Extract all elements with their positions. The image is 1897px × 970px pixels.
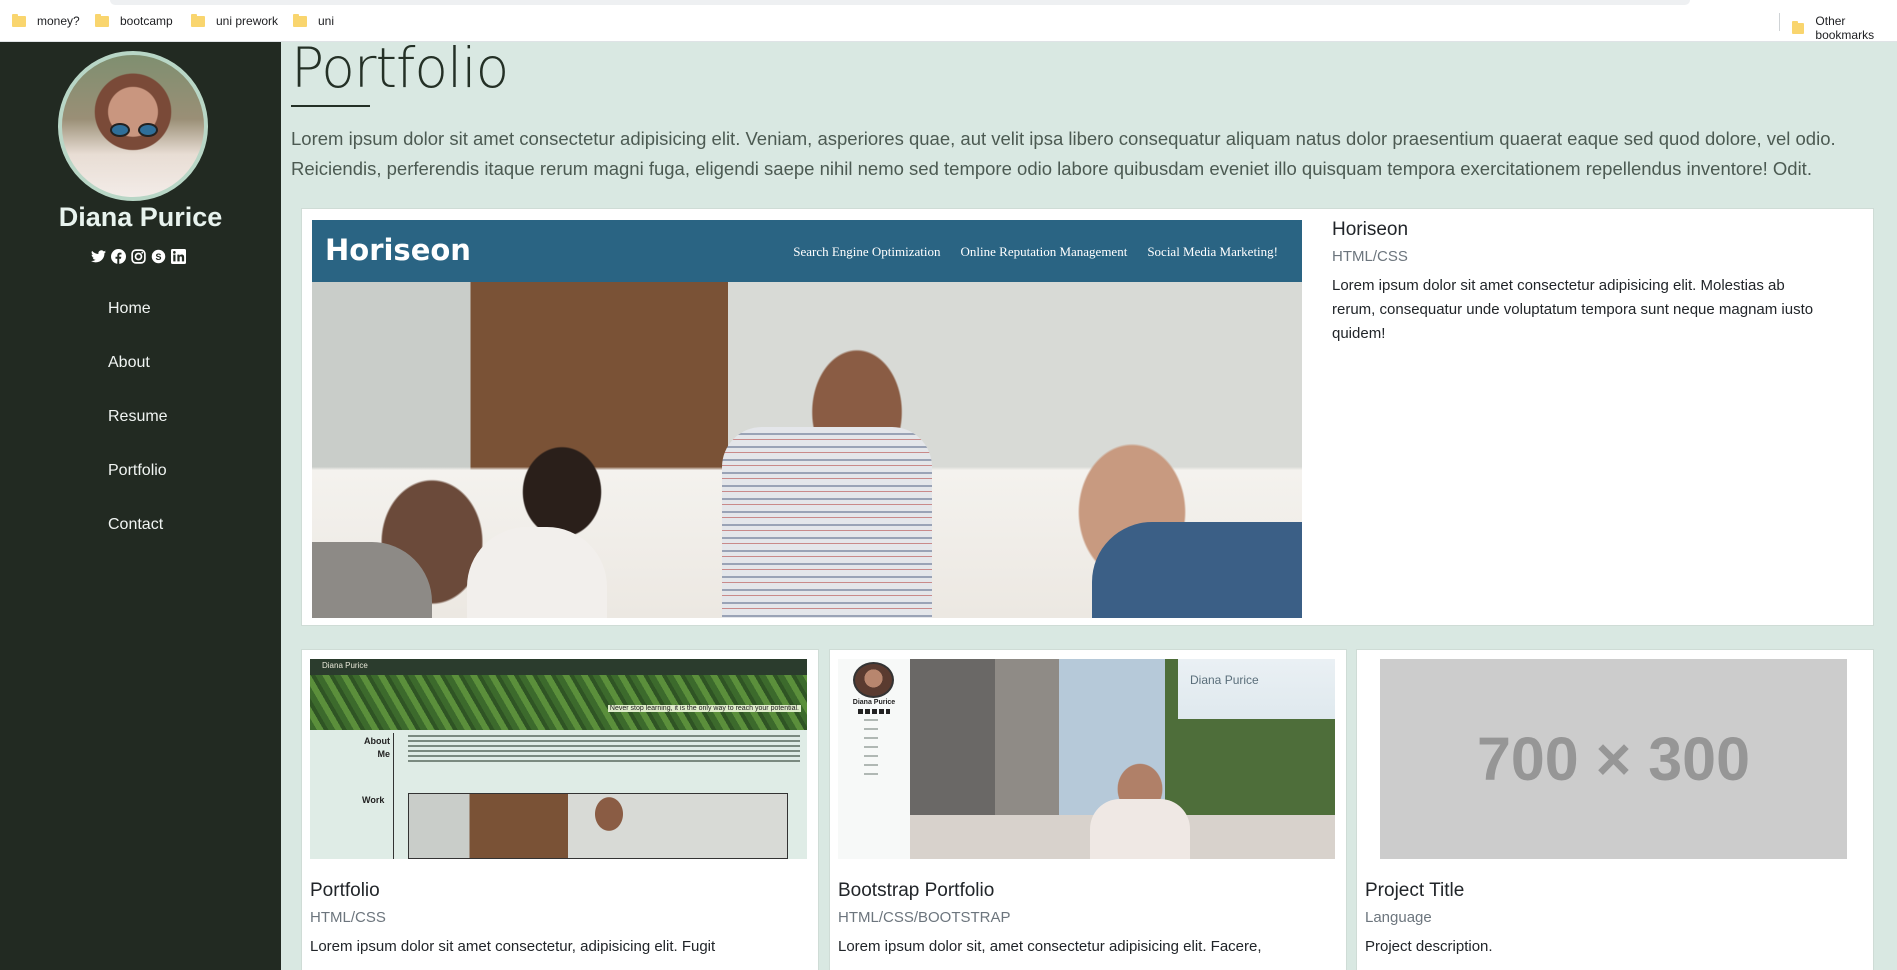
folder-icon	[95, 13, 109, 27]
thumb-name: Diana Purice	[852, 699, 896, 706]
skype-icon[interactable]: S	[150, 248, 167, 265]
screenshot-nav: Search Engine Optimization Online Reputa…	[793, 244, 1278, 260]
placeholder-image[interactable]: 700 × 300	[1380, 659, 1847, 859]
featured-project-language: HTML/CSS	[1332, 248, 1408, 265]
project-card-bootstrap-portfolio: Diana Purice Diana Purice Bootstrap Port…	[829, 649, 1347, 970]
project-title[interactable]: Bootstrap Portfolio	[838, 880, 994, 902]
thumb-about: About Me	[364, 736, 390, 759]
featured-project-title[interactable]: Horiseon	[1332, 219, 1408, 241]
screenshot-nav-link: Social Media Marketing!	[1147, 244, 1278, 259]
nav-portfolio[interactable]: Portfolio	[0, 444, 281, 498]
nav-resume[interactable]: Resume	[0, 390, 281, 444]
project-thumbnail[interactable]: Diana Purice Never stop learning, it is …	[310, 659, 807, 859]
social-links: S	[90, 248, 187, 265]
sidebar: Diana Purice S Home About Resume Portfol…	[0, 42, 281, 970]
bookmark-uni[interactable]: uni	[293, 13, 335, 28]
project-card-placeholder: 700 × 300 Project Title Language Project…	[1356, 649, 1874, 970]
featured-project-description: Lorem ipsum dolor sit amet consectetur a…	[1332, 277, 1814, 342]
bookmark-label: uni prework	[216, 14, 279, 28]
project-language: HTML/CSS	[310, 909, 386, 926]
thumb-motto: Never stop learning, it is the only way …	[607, 705, 801, 712]
address-bar-edge	[110, 0, 1690, 5]
thumb-name: Diana Purice	[322, 661, 368, 670]
intro-text: Lorem ipsum dolor sit amet consectetur a…	[291, 128, 1836, 179]
profile-name: Diana Purice	[58, 202, 223, 232]
project-description: Lorem ipsum dolor sit, amet consectetur …	[838, 938, 1262, 955]
bookmarks-bar: money? bootcamp uni prework uni Other bo…	[0, 0, 1897, 42]
screenshot-nav-link: Online Reputation Management	[960, 244, 1128, 259]
folder-icon	[191, 13, 205, 27]
screenshot-header: Horiseon Search Engine Optimization Onli…	[312, 220, 1302, 282]
bookmark-money[interactable]: money?	[12, 13, 80, 28]
bookmark-label: uni	[318, 14, 335, 28]
project-title[interactable]: Portfolio	[310, 880, 380, 902]
facebook-icon[interactable]	[110, 248, 127, 265]
bookmark-uni-prework[interactable]: uni prework	[191, 13, 279, 28]
project-thumbnail[interactable]: Diana Purice Diana Purice	[838, 659, 1335, 859]
screenshot-nav-link: Search Engine Optimization	[793, 244, 941, 259]
title-underline	[291, 105, 370, 107]
bookmark-other[interactable]: Other bookmarks	[1792, 14, 1897, 42]
nav-about[interactable]: About	[0, 336, 281, 390]
bookmark-label: money?	[37, 14, 80, 28]
project-language: HTML/CSS/BOOTSTRAP	[838, 909, 1011, 926]
sidebar-nav: Home About Resume Portfolio Contact	[0, 282, 281, 552]
twitter-icon[interactable]	[90, 248, 107, 265]
bookmark-label: Other bookmarks	[1815, 14, 1875, 42]
page-title: Portfolio	[291, 42, 509, 100]
avatar	[853, 662, 894, 698]
project-language: Language	[1365, 909, 1432, 926]
bookmark-bootcamp[interactable]: bootcamp	[95, 13, 173, 28]
nav-home[interactable]: Home	[0, 282, 281, 336]
main-content: Portfolio Lorem ipsum dolor sit amet con…	[291, 42, 1897, 970]
project-card-portfolio: Diana Purice Never stop learning, it is …	[301, 649, 819, 970]
placeholder-label: 700 × 300	[1476, 725, 1751, 793]
instagram-icon[interactable]	[130, 248, 147, 265]
featured-project-image[interactable]: Horiseon Search Engine Optimization Onli…	[312, 220, 1302, 618]
leaf-banner	[310, 675, 807, 730]
bookmark-label: bootcamp	[120, 14, 173, 28]
project-title[interactable]: Project Title	[1365, 880, 1464, 902]
featured-project-card: Horiseon Search Engine Optimization Onli…	[301, 208, 1874, 626]
svg-text:S: S	[155, 252, 161, 262]
linkedin-icon[interactable]	[170, 248, 187, 265]
project-description: Lorem ipsum dolor sit amet consectetur, …	[310, 938, 716, 955]
folder-icon	[1792, 20, 1805, 34]
folder-icon	[12, 13, 26, 27]
thumb-work: Work	[362, 795, 385, 805]
sunglasses	[110, 123, 158, 137]
team-photo	[312, 282, 1302, 618]
thumb-header: Diana Purice	[1190, 673, 1259, 687]
bookmarks-separator	[1779, 13, 1780, 31]
folder-icon	[293, 13, 307, 27]
screenshot-brand: Horiseon	[325, 233, 471, 267]
project-description: Project description.	[1365, 938, 1493, 955]
avatar	[58, 51, 208, 201]
nav-contact[interactable]: Contact	[0, 498, 281, 552]
